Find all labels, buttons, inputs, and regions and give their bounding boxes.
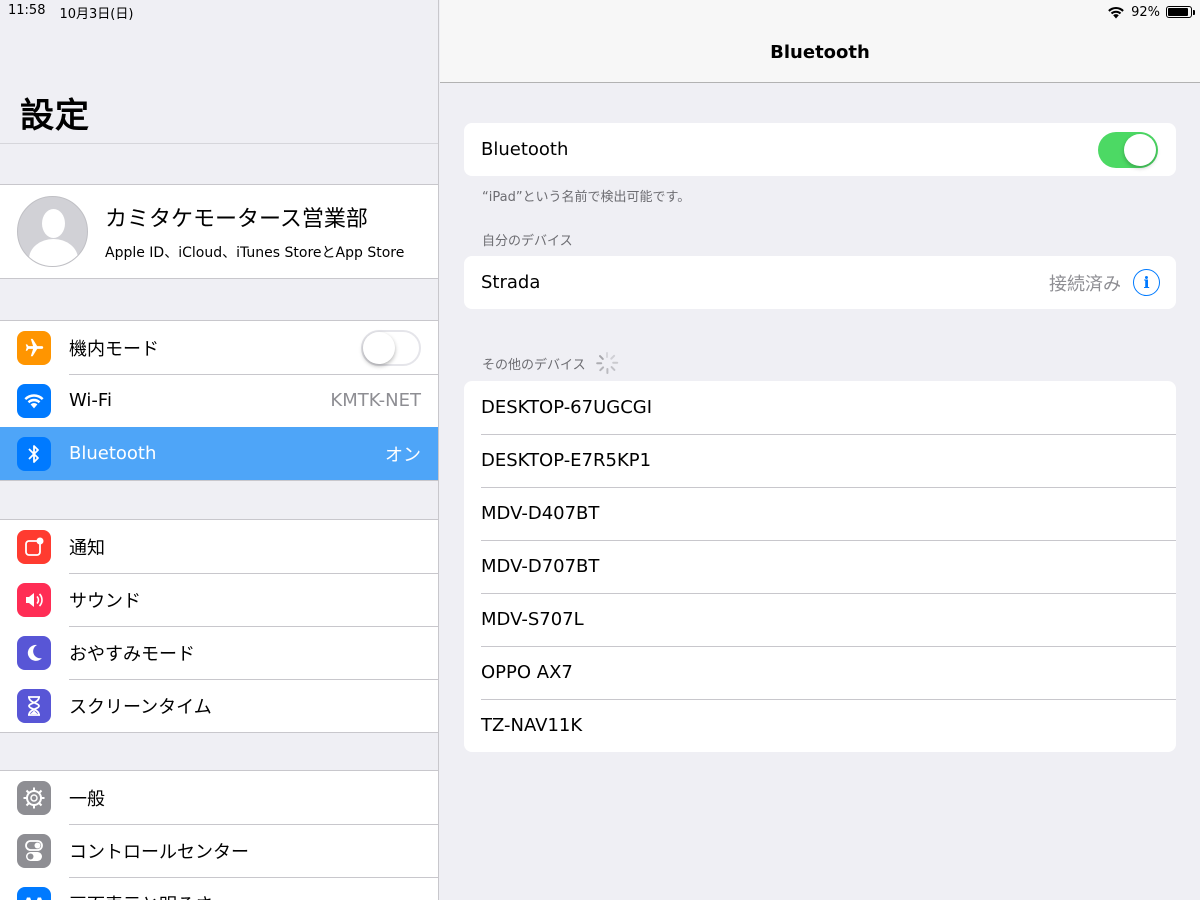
device-status: 接続済み [1049,273,1121,295]
other-devices-list: DESKTOP-67UGCGI DESKTOP-E7R5KP1 MDV-D407… [464,381,1176,752]
sidebar-item-label: Bluetooth [69,443,157,464]
spinner-tick [609,365,616,372]
my-devices-header: 自分のデバイス [482,230,573,249]
wifi-signal-icon [1108,6,1124,18]
status-bar: 11:58 10月3日(日) 92% [0,0,1200,24]
bluetooth-toggle-row: Bluetooth [464,123,1176,176]
sound-icon [17,582,51,617]
moon-icon [17,635,51,670]
settings-group-general: 一般 コントロールセンター AA 画面表示と明るさ [0,770,438,900]
sidebar-item-general[interactable]: 一般 [0,771,438,824]
hourglass-icon [17,688,51,723]
sidebar-item-wifi[interactable]: Wi-Fi KMTK-NET [0,374,438,427]
spinner-tick [598,354,605,361]
sidebar-item-sounds[interactable]: サウンド [0,573,438,626]
device-row[interactable]: MDV-D707BT [464,540,1176,593]
sidebar-item-label: Wi-Fi [69,390,112,411]
bluetooth-toggle[interactable] [1098,131,1158,168]
sidebar-item-notifications[interactable]: 通知 [0,520,438,573]
sidebar-item-label: 機内モード [69,338,159,360]
spinner-tick [605,352,609,358]
device-name: MDV-D407BT [481,503,600,524]
device-row-strada[interactable]: Strada 接続済み i [464,256,1176,309]
notifications-icon [17,529,51,564]
profile-subtitle: Apple ID、iCloud、iTunes StoreとApp Store [105,245,405,261]
apple-id-profile[interactable]: カミタケモータース営業部 Apple ID、iCloud、iTunes Stor… [0,184,438,279]
settings-group-connectivity: 機内モード Wi-Fi KMTK-NET Bluetooth オン [0,320,438,481]
spinner-tick [611,361,618,365]
airplane-mode-toggle[interactable] [361,329,421,366]
sidebar-item-bluetooth[interactable]: Bluetooth オン [0,427,438,480]
airplane-icon [17,330,51,365]
status-time: 11:58 [8,2,46,18]
avatar [17,196,88,267]
battery-fill [1168,8,1189,16]
loading-spinner-icon [595,352,618,374]
sidebar-item-label: コントロールセンター [69,841,249,863]
sidebar-item-control-center[interactable]: コントロールセンター [0,824,438,877]
sidebar-item-label: 画面表示と明るさ [69,891,438,900]
other-devices-header: その他のデバイス [482,352,618,374]
gear-icon [17,780,51,815]
spinner-tick [598,365,605,372]
wifi-network-value: KMTK-NET [330,390,421,411]
profile-name: カミタケモータース営業部 [105,207,368,232]
device-row[interactable]: DESKTOP-E7R5KP1 [464,434,1176,487]
device-row[interactable]: TZ-NAV11K [464,699,1176,752]
device-name: DESKTOP-E7R5KP1 [481,450,652,471]
battery-percent: 92% [1131,4,1160,20]
sidebar-item-label: サウンド [69,590,141,612]
device-name: DESKTOP-67UGCGI [481,397,653,418]
sidebar-item-airplane-mode[interactable]: 機内モード [0,321,438,374]
device-name: MDV-D707BT [481,556,600,577]
divider [0,143,438,144]
switches-icon [17,833,51,868]
sidebar-item-label: おやすみモード [69,643,195,665]
device-name: OPPO AX7 [481,662,573,683]
bluetooth-detail-pane: Bluetooth Bluetooth “iPad”という名前で検出可能です。 … [440,0,1200,900]
device-name: Strada [481,272,541,293]
device-row[interactable]: MDV-S707L [464,593,1176,646]
spinner-tick [605,368,609,374]
sidebar-item-label: 一般 [69,788,105,810]
bluetooth-toggle-card: Bluetooth [464,123,1176,176]
bluetooth-status-value: オン [385,444,421,466]
spinner-tick [609,354,616,361]
my-devices-header-label: 自分のデバイス [482,234,573,249]
sidebar-item-display-brightness[interactable]: AA 画面表示と明るさ [0,877,438,900]
wifi-icon [17,383,51,418]
bluetooth-toggle-label: Bluetooth [481,139,569,160]
bluetooth-icon [17,436,51,471]
display-icon: AA [17,886,51,900]
device-row[interactable]: OPPO AX7 [464,646,1176,699]
detail-title: Bluetooth [770,42,870,63]
device-row[interactable]: DESKTOP-67UGCGI [464,381,1176,434]
page-title: 設定 [20,96,90,136]
my-devices-list: Strada 接続済み i [464,256,1176,309]
info-icon[interactable]: i [1133,269,1160,296]
settings-group-notifications: 通知 サウンド おやすみモード スクリーンタイム [0,519,438,733]
status-date: 10月3日(日) [59,6,134,22]
sidebar-item-label: スクリーンタイム [69,696,212,718]
settings-sidebar: 設定 カミタケモータース営業部 Apple ID、iCloud、iTunes S… [0,0,439,900]
discoverable-note: “iPad”という名前で検出可能です。 [482,190,691,205]
device-name: TZ-NAV11K [481,715,583,736]
sidebar-item-do-not-disturb[interactable]: おやすみモード [0,626,438,679]
other-devices-header-label: その他のデバイス [482,357,586,373]
battery-icon [1166,6,1195,18]
spinner-tick [595,361,602,365]
sidebar-item-screen-time[interactable]: スクリーンタイム [0,679,438,732]
device-name: MDV-S707L [481,609,584,630]
device-row[interactable]: MDV-D407BT [464,487,1176,540]
sidebar-item-label: 通知 [69,537,105,559]
